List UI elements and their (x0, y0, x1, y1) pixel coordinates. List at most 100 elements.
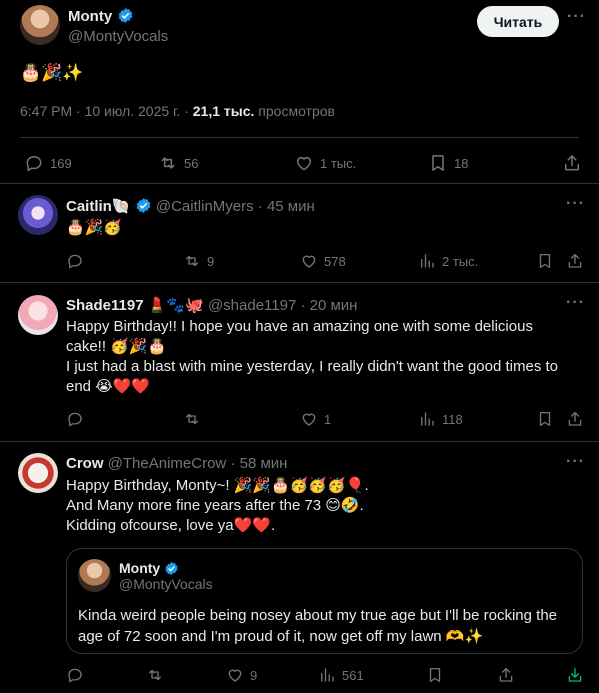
share-button[interactable] (566, 252, 584, 270)
heart-icon (297, 157, 311, 171)
retweet-button[interactable] (183, 410, 201, 428)
retweet-count: 9 (207, 253, 215, 269)
bookmark-button[interactable] (536, 410, 554, 428)
reply-button[interactable]: 169 (24, 153, 72, 173)
heart-icon (228, 669, 242, 682)
like-count: 1 (324, 411, 332, 427)
retweet-count: 56 (184, 155, 199, 171)
like-button[interactable]: 1 тыс. (294, 153, 356, 173)
tweet-text-line: Happy Birthday, Monty~! 🎉🎉🎂🥳🥳🥳🎈. (66, 477, 369, 494)
share-button[interactable] (497, 666, 515, 684)
share-icon (568, 253, 582, 268)
bookmark-icon (432, 155, 444, 171)
quoted-text-line: Kinda weird people being nosey about my … (78, 607, 558, 624)
quoted-text-line: age of 72 soon and I'm proud of it, now … (78, 628, 484, 645)
follow-label: Читать (493, 13, 543, 30)
bookmark-icon (539, 411, 551, 427)
quoted-author-line: Monty (119, 560, 179, 576)
divider (0, 183, 599, 184)
reply-button[interactable] (66, 666, 84, 684)
like-button[interactable]: 1 (300, 410, 331, 428)
verified-badge-icon (136, 198, 151, 213)
more-options-icon[interactable]: ··· (566, 294, 585, 312)
like-button[interactable]: 9 (226, 666, 257, 684)
verified-badge-icon (118, 8, 132, 23)
author-handle[interactable]: @CaitlinMyers (156, 198, 254, 215)
tweet-time[interactable]: · 20 мин (300, 297, 357, 314)
retweet-icon (149, 669, 161, 681)
author-line: Shade1197 💄🐾🐙 @shade1197 · 20 мин (66, 296, 357, 314)
like-count: 578 (324, 253, 346, 269)
reply-button[interactable] (66, 252, 84, 270)
views-button[interactable]: 561 (318, 666, 364, 684)
author-handle[interactable]: @shade1197 (208, 297, 296, 314)
tweet-time[interactable]: · 45 мин (258, 198, 315, 215)
quoted-author-name: Monty (119, 560, 161, 576)
heart-icon (302, 413, 316, 426)
views-count: 2 тыс. (442, 253, 479, 269)
avatar[interactable] (18, 453, 58, 493)
author-handle[interactable]: @TheAnimeCrow (108, 455, 227, 472)
views-button[interactable]: 118 (418, 410, 463, 428)
tweet-meta: 6:47 PM · 10 июл. 2025 г. · 21,1 тыс. пр… (20, 103, 335, 119)
avatar[interactable] (20, 5, 60, 45)
author-name[interactable]: Monty (68, 8, 112, 25)
like-button[interactable]: 578 (300, 252, 346, 270)
more-options-icon[interactable]: ··· (566, 453, 585, 471)
author-name[interactable]: Caitlin (66, 198, 112, 215)
quoted-tweet[interactable]: Monty @MontyVocals Kinda weird people be… (66, 548, 583, 654)
author-line: Monty (68, 7, 134, 26)
bookmark-button[interactable] (426, 666, 444, 684)
author-name[interactable]: Shade1197 (66, 297, 144, 314)
retweet-icon (186, 255, 198, 267)
author-name[interactable]: Crow (66, 455, 104, 472)
tweet-time[interactable]: · 58 мин (230, 455, 287, 472)
views-label: просмотров (258, 103, 335, 119)
retweet-icon (186, 413, 198, 425)
analytics-icon (321, 668, 334, 682)
tweet-text: 🎂🎉🥳 (66, 219, 123, 236)
download-button[interactable] (566, 666, 584, 684)
share-icon (499, 667, 513, 682)
bookmark-count: 18 (454, 155, 469, 171)
analytics-icon (421, 254, 434, 268)
divider (0, 441, 599, 442)
follow-button[interactable]: Читать (477, 6, 559, 37)
share-button[interactable] (566, 410, 584, 428)
retweet-button[interactable]: 9 (183, 252, 214, 270)
avatar[interactable] (18, 295, 58, 335)
reply-button[interactable] (66, 410, 84, 428)
reply-icon (26, 156, 42, 172)
reply-icon (68, 668, 82, 683)
avatar[interactable] (18, 195, 58, 235)
divider (0, 282, 599, 283)
share-icon (565, 155, 579, 171)
name-emoji: 💄🐾🐙 (147, 297, 204, 314)
share-icon (568, 411, 582, 426)
name-emoji: 🐚 (111, 198, 131, 215)
reply-icon (68, 412, 82, 427)
heart-icon (302, 255, 316, 268)
retweet-button[interactable]: 56 (158, 153, 198, 173)
retweet-icon (161, 157, 175, 169)
author-line: Caitlin🐚 @CaitlinMyers · 45 мин (66, 197, 315, 215)
tweet-text-line: cake!! 🥳🎉🎂 (66, 338, 167, 355)
author-line: Crow @TheAnimeCrow · 58 мин (66, 455, 287, 472)
avatar (78, 559, 111, 592)
like-count: 9 (250, 667, 258, 683)
author-handle[interactable]: @MontyVocals (68, 28, 168, 45)
tweet-text-line: I just had a blast with mine yesterday, … (66, 358, 559, 375)
tweet-time[interactable]: 6:47 PM · 10 июл. 2025 г. · (20, 103, 189, 119)
bookmark-button[interactable] (536, 252, 554, 270)
more-options-icon[interactable]: ··· (566, 195, 585, 213)
views-button[interactable]: 2 тыс. (418, 252, 478, 270)
bookmark-button[interactable]: 18 (428, 153, 468, 173)
more-options-icon[interactable]: ··· (567, 8, 586, 26)
tweet-text-line: end 😭❤️❤️ (66, 378, 151, 395)
share-button[interactable] (562, 153, 582, 173)
retweet-button[interactable] (146, 666, 164, 684)
divider (20, 137, 579, 138)
tweet-text-line: Kidding ofcourse, love ya❤️❤️. (66, 517, 276, 534)
tweet-text-line: And Many more fine years after the 73 😊🤣… (66, 497, 364, 514)
bookmark-icon (539, 253, 551, 269)
